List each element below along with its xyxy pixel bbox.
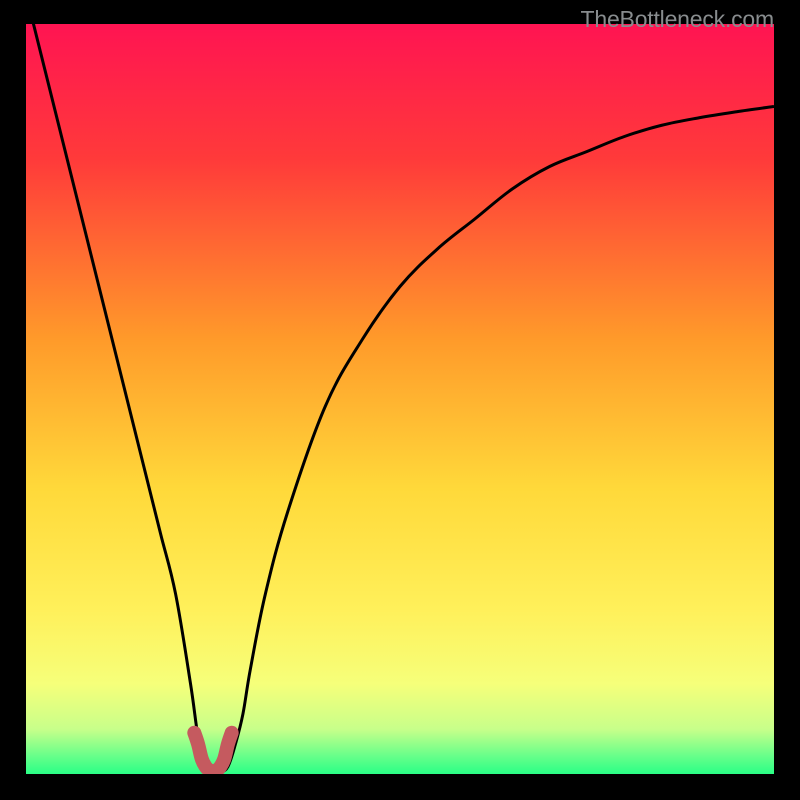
chart-frame <box>26 24 774 774</box>
gradient-background <box>26 24 774 774</box>
watermark-text: TheBottleneck.com <box>581 6 774 33</box>
chart-svg <box>26 24 774 774</box>
